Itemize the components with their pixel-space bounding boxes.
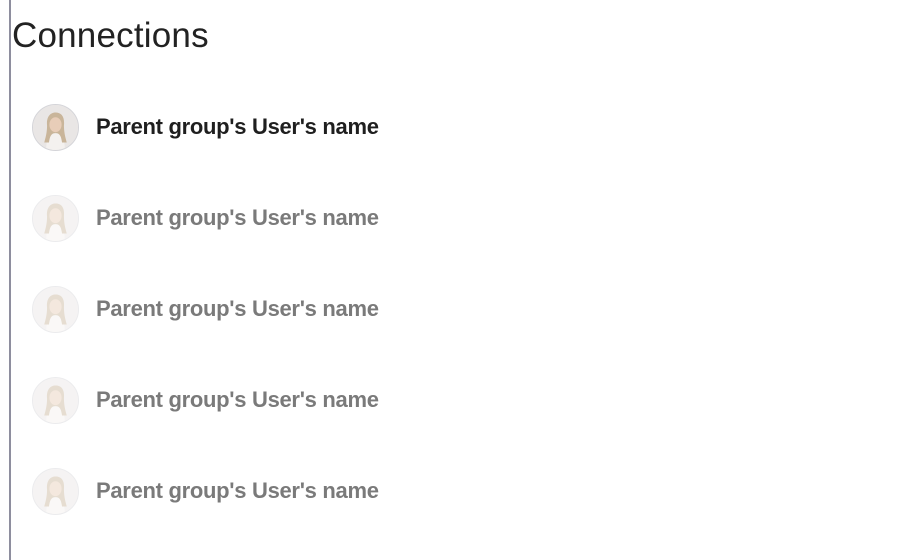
connections-list: Parent group's User's name Parent group'… <box>32 102 632 557</box>
connection-item[interactable]: Parent group's User's name <box>32 102 632 152</box>
connection-name: Parent group's User's name <box>96 387 379 412</box>
connection-name: Parent group's User's name <box>96 296 379 321</box>
user-avatar-icon <box>32 285 79 333</box>
user-avatar-icon <box>32 103 79 151</box>
user-avatar-icon <box>32 194 79 242</box>
connection-item[interactable]: Parent group's User's name <box>32 375 632 425</box>
left-divider <box>9 0 11 560</box>
connection-item[interactable]: Parent group's User's name <box>32 466 632 516</box>
user-avatar-icon <box>32 376 79 424</box>
user-avatar-icon <box>32 467 79 515</box>
connection-name: Parent group's User's name <box>96 205 379 230</box>
page-title: Connections <box>12 16 209 55</box>
connection-item[interactable]: Parent group's User's name <box>32 193 632 243</box>
connection-name: Parent group's User's name <box>96 478 379 503</box>
connection-name: Parent group's User's name <box>96 114 379 139</box>
connection-item[interactable]: Parent group's User's name <box>32 284 632 334</box>
